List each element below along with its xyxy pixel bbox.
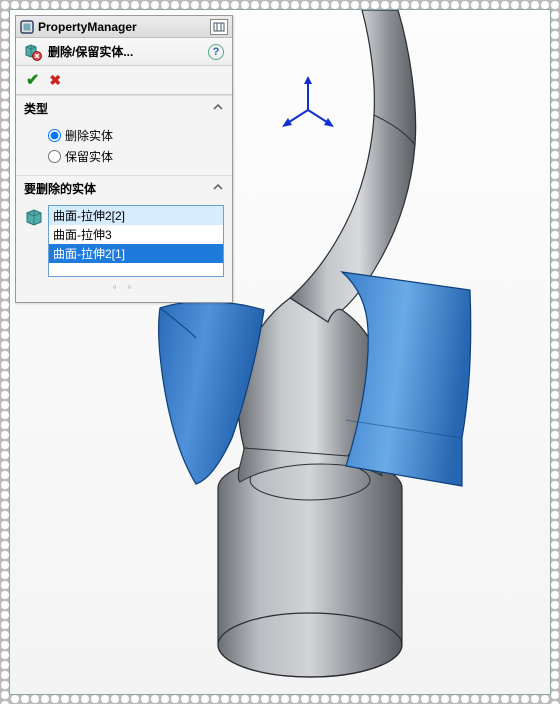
- panel-resize-grip[interactable]: ° °: [16, 285, 232, 302]
- delete-body-icon: [24, 43, 42, 61]
- pm-titlebar: PropertyManager: [16, 16, 232, 38]
- viewport[interactable]: PropertyManager 删除/保留实体... ? ✔ ✖: [10, 10, 550, 694]
- list-item[interactable]: 曲面-拉伸2[1]: [49, 244, 223, 263]
- chevron-up-icon: [212, 101, 224, 116]
- pm-title-icon: [20, 20, 34, 34]
- list-item[interactable]: 曲面-拉伸2[2]: [49, 206, 223, 225]
- view-triad[interactable]: [282, 76, 334, 127]
- radio-keep-label: 保留实体: [65, 148, 113, 165]
- ok-button[interactable]: ✔: [24, 70, 41, 90]
- radio-delete-body[interactable]: 删除实体: [24, 125, 224, 146]
- section-bodies: 要删除的实体 曲面-拉伸2[2] 曲面-拉伸3: [16, 175, 232, 302]
- section-type: 类型 删除实体 保留实体: [16, 95, 232, 175]
- radio-keep-input[interactable]: [48, 150, 61, 163]
- property-manager-panel: PropertyManager 删除/保留实体... ? ✔ ✖: [15, 15, 233, 303]
- bodies-listbox[interactable]: 曲面-拉伸2[2] 曲面-拉伸3 曲面-拉伸2[1]: [48, 205, 224, 277]
- body-select-icon: [24, 207, 44, 227]
- section-bodies-header[interactable]: 要删除的实体: [16, 176, 232, 201]
- pm-confirm-row: ✔ ✖: [16, 66, 232, 95]
- help-button[interactable]: ?: [208, 44, 224, 60]
- section-bodies-title: 要删除的实体: [24, 180, 96, 197]
- pm-feature-header: 删除/保留实体... ?: [16, 38, 232, 66]
- section-type-header[interactable]: 类型: [16, 96, 232, 121]
- pm-feature-label: 删除/保留实体...: [48, 43, 208, 60]
- radio-delete-label: 删除实体: [65, 127, 113, 144]
- model-cyl-body: [218, 488, 402, 677]
- chevron-up-icon: [212, 181, 224, 196]
- radio-delete-input[interactable]: [48, 129, 61, 142]
- pm-title-text: PropertyManager: [38, 20, 137, 34]
- radio-keep-body[interactable]: 保留实体: [24, 146, 224, 167]
- cancel-button[interactable]: ✖: [47, 72, 63, 89]
- list-item[interactable]: 曲面-拉伸3: [49, 225, 223, 244]
- section-type-title: 类型: [24, 100, 48, 117]
- pm-pin-button[interactable]: [210, 19, 228, 35]
